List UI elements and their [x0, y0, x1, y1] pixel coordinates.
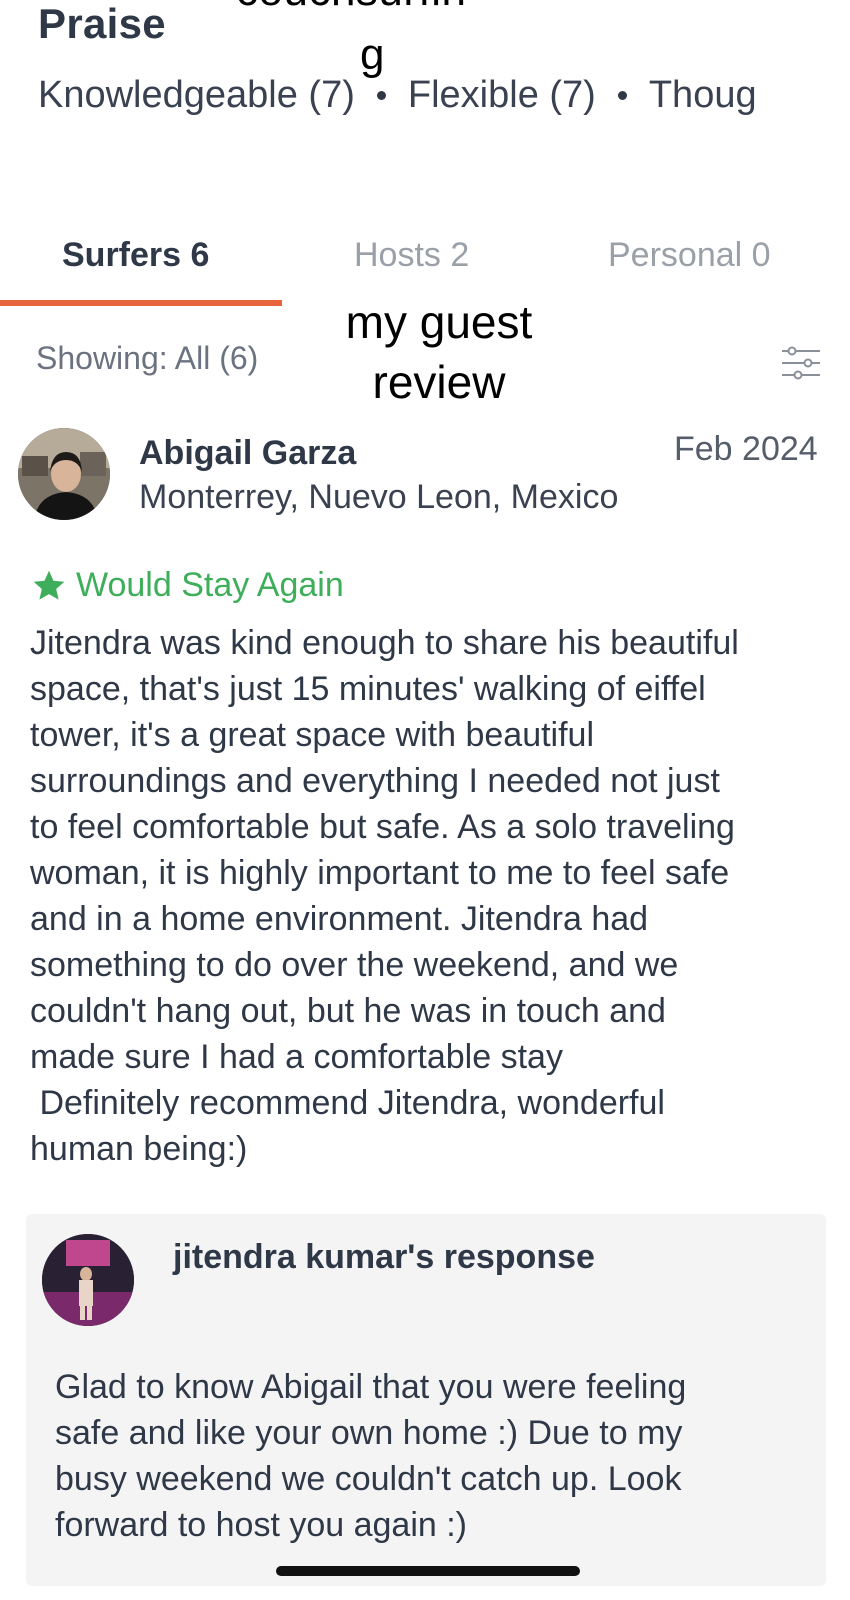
sliders-icon[interactable]	[780, 343, 822, 383]
home-indicator[interactable]	[276, 1566, 580, 1576]
showing-filter-label[interactable]: Showing: All (6)	[36, 340, 258, 377]
host-avatar[interactable]	[42, 1234, 134, 1326]
praise-title: Praise	[38, 0, 166, 47]
badge-label: Would Stay Again	[76, 566, 344, 604]
praise-tag: Flexible (7)	[407, 74, 596, 116]
overlay-annotation-top-g: g	[360, 30, 385, 79]
tab-surfers[interactable]: Surfers 6	[62, 236, 209, 275]
reviewer-name[interactable]: Abigail Garza	[139, 434, 356, 473]
separator-dot	[376, 91, 386, 100]
would-stay-again-badge: Would Stay Again	[30, 566, 344, 605]
active-tab-indicator	[0, 300, 282, 306]
tab-personal[interactable]: Personal 0	[608, 236, 771, 275]
praise-tag: Thoug	[648, 74, 757, 116]
star-icon	[33, 570, 65, 600]
reviewer-avatar[interactable]	[18, 428, 110, 520]
annotation-line: my guest	[345, 296, 533, 348]
praise-tag: Knowledgeable (7)	[38, 74, 355, 116]
annotation-line: review	[372, 356, 506, 408]
review-date: Feb 2024	[674, 430, 818, 468]
review-text: Jitendra was kind enough to share his be…	[30, 624, 739, 1168]
host-response-text: Glad to know Abigail that you were feeli…	[55, 1368, 687, 1544]
host-response-title: jitendra kumar's response	[173, 1238, 595, 1276]
overlay-annotation-guest-review: my guest review	[326, 292, 552, 412]
reviewer-location: Monterrey, Nuevo Leon, Mexico	[139, 478, 619, 516]
separator-dot	[617, 91, 627, 100]
tab-hosts[interactable]: Hosts 2	[354, 236, 469, 275]
overlay-annotation-top: couchsurfin	[236, 0, 467, 16]
praise-tags-row: Knowledgeable (7) Flexible (7) Thoug	[38, 74, 757, 117]
